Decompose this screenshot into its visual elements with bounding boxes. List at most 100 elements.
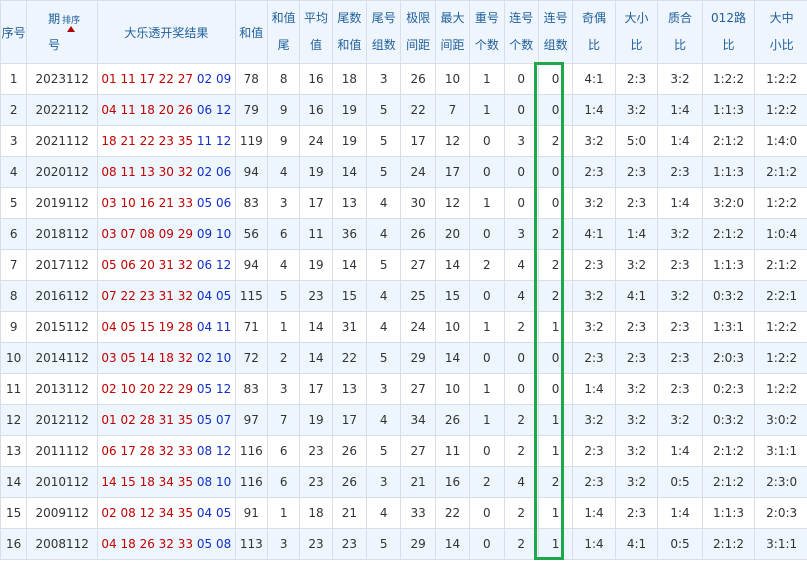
cell-prime-composite: 2:3 — [657, 156, 703, 188]
cell-odd-even: 2:3 — [572, 466, 616, 498]
cell-sum-tail: 5 — [266, 280, 301, 312]
table-row: 4 2020112 08 11 13 30 32 02 06 94 4 19 1… — [0, 156, 807, 188]
cell-repeat-count: 0 — [469, 342, 505, 374]
cell-average: 14 — [299, 342, 333, 374]
cell-012-road: 2:1:2 — [701, 466, 756, 498]
cell-period: 2012112 — [26, 404, 99, 436]
cell-sum: 115 — [234, 280, 268, 312]
cell-big-mid-small: 3:1:1 — [754, 435, 807, 467]
cell-012-road: 1:1:3 — [701, 94, 756, 126]
cell-big-mid-small: 1:4:0 — [754, 125, 807, 157]
cell-tail-groups: 5 — [366, 125, 402, 157]
cell-max-gap: 10 — [434, 311, 471, 343]
col-consecutive-count: 连号 个数 — [503, 0, 539, 64]
cell-sum-tail: 3 — [266, 187, 301, 219]
red-balls: 06 17 28 32 33 — [101, 444, 194, 458]
cell-result: 02 08 12 34 35 04 05 — [97, 497, 236, 529]
cell-consecutive-count: 2 — [503, 311, 539, 343]
cell-sum-tail: 6 — [266, 435, 301, 467]
cell-big-mid-small: 1:2:2 — [754, 311, 807, 343]
blue-balls: 05 06 — [196, 196, 232, 210]
cell-sum-tail: 1 — [266, 497, 301, 529]
cell-tail-groups: 5 — [366, 342, 402, 374]
cell-big-mid-small: 1:2:2 — [754, 373, 807, 405]
cell-index: 9 — [0, 311, 28, 343]
cell-odd-even: 3:2 — [572, 280, 616, 312]
cell-odd-even: 3:2 — [572, 187, 616, 219]
sort-button[interactable]: 排序 — [62, 13, 80, 32]
cell-tail-groups: 4 — [366, 187, 402, 219]
cell-extreme-span: 24 — [400, 156, 436, 188]
cell-prime-composite: 1:4 — [657, 497, 703, 529]
cell-sum: 97 — [234, 404, 268, 436]
cell-sum: 56 — [234, 218, 268, 250]
cell-big-mid-small: 2:2:1 — [754, 280, 807, 312]
table-body: 1 2023112 01 11 17 22 27 02 09 78 8 16 1… — [0, 63, 807, 560]
cell-odd-even: 2:3 — [572, 435, 616, 467]
cell-consecutive-count: 2 — [503, 435, 539, 467]
cell-result: 01 11 17 22 27 02 09 — [97, 63, 236, 95]
cell-big-mid-small: 1:0:4 — [754, 218, 807, 250]
cell-sum: 94 — [234, 249, 268, 281]
cell-index: 3 — [0, 125, 28, 157]
cell-result: 04 11 18 20 26 06 12 — [97, 94, 236, 126]
cell-max-gap: 7 — [434, 94, 471, 126]
table-row: 12 2012112 01 02 28 31 35 05 07 97 7 19 … — [0, 404, 807, 436]
blue-balls: 02 06 — [196, 165, 232, 179]
cell-repeat-count: 0 — [469, 125, 505, 157]
cell-index: 16 — [0, 528, 28, 560]
cell-tail-groups: 4 — [366, 218, 402, 250]
cell-period: 2021112 — [26, 125, 99, 157]
cell-prime-composite: 3:2 — [657, 280, 703, 312]
cell-big-mid-small: 1:2:2 — [754, 187, 807, 219]
cell-index: 15 — [0, 497, 28, 529]
cell-tail-groups: 4 — [366, 497, 402, 529]
cell-consecutive-count: 2 — [503, 528, 539, 560]
cell-period: 2018112 — [26, 218, 99, 250]
cell-repeat-count: 1 — [469, 187, 505, 219]
cell-average: 18 — [299, 497, 333, 529]
cell-sum: 79 — [234, 94, 268, 126]
cell-period: 2009112 — [26, 497, 99, 529]
cell-index: 4 — [0, 156, 28, 188]
blue-balls: 08 10 — [196, 475, 232, 489]
cell-result: 08 11 13 30 32 02 06 — [97, 156, 236, 188]
cell-extreme-span: 27 — [400, 373, 436, 405]
cell-sum: 113 — [234, 528, 268, 560]
cell-sum-tail: 4 — [266, 249, 301, 281]
cell-odd-even: 2:3 — [572, 249, 616, 281]
cell-average: 23 — [299, 466, 333, 498]
table-row: 8 2016112 07 22 23 31 32 04 05 115 5 23 … — [0, 280, 807, 312]
col-012-road: 012路比 — [701, 0, 756, 64]
cell-tail-sum: 36 — [331, 218, 368, 250]
cell-repeat-count: 0 — [469, 435, 505, 467]
table-row: 2 2022112 04 11 18 20 26 06 12 79 9 16 1… — [0, 94, 807, 126]
col-tail-sum: 尾数 和值 — [331, 0, 368, 64]
col-period[interactable]: 期 号 排序 — [26, 0, 99, 64]
cell-big-small: 3:2 — [614, 466, 659, 498]
cell-odd-even: 4:1 — [572, 63, 616, 95]
cell-tail-groups: 4 — [366, 311, 402, 343]
cell-average: 23 — [299, 280, 333, 312]
cell-max-gap: 12 — [434, 187, 471, 219]
cell-tail-sum: 13 — [331, 373, 368, 405]
cell-max-gap: 20 — [434, 218, 471, 250]
cell-odd-even: 4:1 — [572, 218, 616, 250]
cell-average: 23 — [299, 435, 333, 467]
cell-sum-tail: 8 — [266, 63, 301, 95]
cell-sum: 91 — [234, 497, 268, 529]
cell-prime-composite: 3:2 — [657, 404, 703, 436]
cell-big-small: 2:3 — [614, 497, 659, 529]
cell-repeat-count: 1 — [469, 404, 505, 436]
red-balls: 01 11 17 22 27 — [101, 72, 194, 86]
cell-result: 04 18 26 32 33 05 08 — [97, 528, 236, 560]
cell-max-gap: 10 — [434, 373, 471, 405]
cell-012-road: 1:2:2 — [701, 63, 756, 95]
cell-tail-groups: 3 — [366, 63, 402, 95]
cell-sum-tail: 3 — [266, 373, 301, 405]
cell-average: 14 — [299, 311, 333, 343]
cell-prime-composite: 1:4 — [657, 94, 703, 126]
cell-big-small: 3:2 — [614, 373, 659, 405]
cell-sum: 116 — [234, 466, 268, 498]
cell-odd-even: 3:2 — [572, 404, 616, 436]
